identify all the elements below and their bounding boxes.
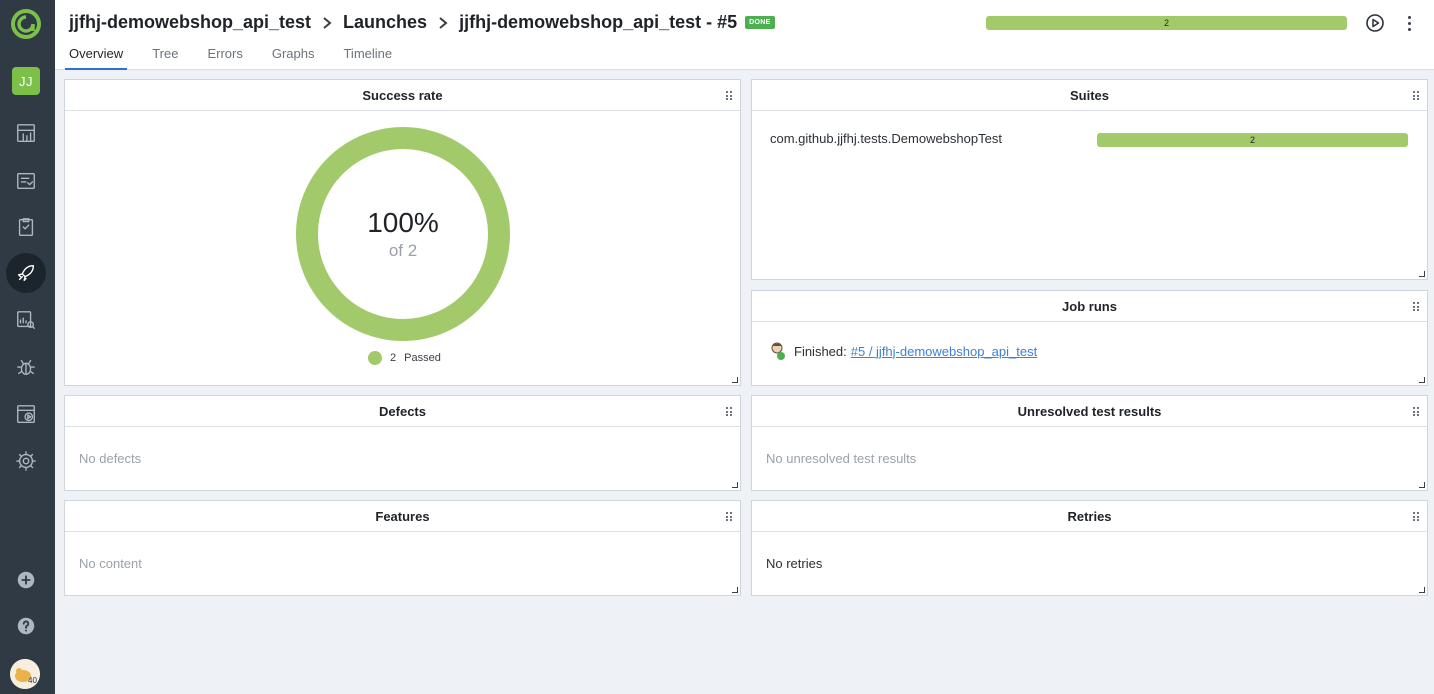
user-avatar-badge: 40: [28, 676, 37, 685]
resize-handle-icon[interactable]: [732, 482, 738, 488]
tab-overview[interactable]: Overview: [65, 44, 128, 70]
drag-handle-icon[interactable]: [1413, 512, 1419, 521]
test-plans-icon[interactable]: [11, 212, 41, 242]
drag-handle-icon[interactable]: [726, 407, 732, 416]
widget-title: Defects: [379, 403, 426, 419]
user-avatar-image-icon: 40: [10, 659, 40, 689]
widget-title: Unresolved test results: [1017, 403, 1162, 419]
test-cases-icon[interactable]: [11, 166, 41, 196]
unresolved-results-widget: Unresolved test results No unresolved te…: [751, 395, 1428, 491]
launches-icon[interactable]: [6, 253, 46, 293]
breadcrumb-project[interactable]: jjfhj-demowebshop_api_test: [69, 12, 311, 33]
analytics-icon[interactable]: [11, 305, 41, 335]
launch-result-bar[interactable]: 2: [986, 16, 1347, 30]
drag-handle-icon[interactable]: [1413, 407, 1419, 416]
tabs: Overview Tree Errors Graphs Timeline: [65, 44, 417, 70]
tab-timeline[interactable]: Timeline: [339, 44, 396, 70]
sidebar: JJ 40: [0, 0, 55, 694]
app-logo-icon[interactable]: [10, 8, 42, 40]
legend: 2 Passed: [368, 351, 441, 365]
job-runs-widget: Job runs Finished: #5 / jjfhj-demowebsho…: [751, 290, 1428, 386]
resize-handle-icon[interactable]: [1419, 587, 1425, 593]
defects-widget: Defects No defects: [64, 395, 741, 491]
suite-result-bar[interactable]: 2: [1097, 133, 1408, 147]
features-widget: Features No content: [64, 500, 741, 596]
widget-title: Job runs: [1062, 298, 1117, 314]
tab-errors[interactable]: Errors: [203, 44, 246, 70]
rerun-button[interactable]: [1365, 13, 1385, 33]
success-rate-widget: Success rate 100% of 2 2 Passed: [64, 79, 741, 386]
success-rate-donut: 100% of 2: [294, 125, 512, 343]
job-run-link[interactable]: #5 / jjfhj-demowebshop_api_test: [851, 344, 1037, 359]
jenkins-icon: [770, 341, 786, 361]
job-status: Finished:: [794, 343, 847, 359]
resize-handle-icon[interactable]: [1419, 377, 1425, 383]
empty-message: No retries: [766, 556, 823, 571]
legend-count: 2: [390, 352, 397, 364]
widget-title: Suites: [1069, 87, 1109, 103]
success-percent: 100%: [367, 207, 439, 238]
resize-handle-icon[interactable]: [1419, 271, 1425, 277]
legend-label: Passed: [404, 352, 441, 364]
drag-handle-icon[interactable]: [1413, 302, 1419, 311]
empty-message: No defects: [79, 451, 142, 466]
tab-tree[interactable]: Tree: [148, 44, 182, 70]
settings-icon[interactable]: [11, 446, 41, 476]
more-options-button[interactable]: [1401, 13, 1417, 33]
drag-handle-icon[interactable]: [726, 512, 732, 521]
defects-icon[interactable]: [11, 352, 41, 382]
dashboards-icon[interactable]: [11, 118, 41, 148]
breadcrumb-launch: jjfhj-demowebshop_api_test - #5: [459, 12, 738, 32]
drag-handle-icon[interactable]: [726, 91, 732, 100]
add-icon[interactable]: [11, 565, 41, 595]
tab-graphs[interactable]: Graphs: [268, 44, 319, 70]
chevron-right-icon: [437, 16, 449, 30]
resize-handle-icon[interactable]: [1419, 482, 1425, 488]
resize-handle-icon[interactable]: [732, 377, 738, 383]
retries-widget: Retries No retries: [751, 500, 1428, 596]
empty-message: No content: [79, 556, 142, 571]
job-run-row: Finished: #5 / jjfhj-demowebshop_api_tes…: [770, 341, 1037, 361]
resize-handle-icon[interactable]: [732, 587, 738, 593]
chevron-right-icon: [321, 16, 333, 30]
page-header: jjfhj-demowebshop_api_test Launches jjfh…: [55, 0, 1434, 70]
widget-title: Success rate: [362, 87, 443, 103]
project-avatar[interactable]: JJ: [12, 67, 40, 95]
help-icon[interactable]: [11, 611, 41, 641]
suites-widget: Suites com.github.jjfhj.tests.Demowebsho…: [751, 79, 1428, 280]
suite-name[interactable]: com.github.jjfhj.tests.DemowebshopTest: [770, 131, 1002, 146]
success-total: of 2: [388, 241, 418, 260]
drag-handle-icon[interactable]: [1413, 91, 1419, 100]
widget-title: Retries: [1067, 508, 1112, 524]
breadcrumb: jjfhj-demowebshop_api_test Launches jjfh…: [69, 12, 775, 33]
status-badge: DONE: [745, 16, 775, 29]
empty-message: No unresolved test results: [766, 451, 917, 466]
breadcrumb-launches[interactable]: Launches: [343, 12, 427, 33]
jobs-icon[interactable]: [11, 399, 41, 429]
widget-title: Features: [375, 508, 430, 524]
user-avatar[interactable]: 40: [10, 659, 40, 689]
passed-legend-dot: [368, 351, 382, 365]
